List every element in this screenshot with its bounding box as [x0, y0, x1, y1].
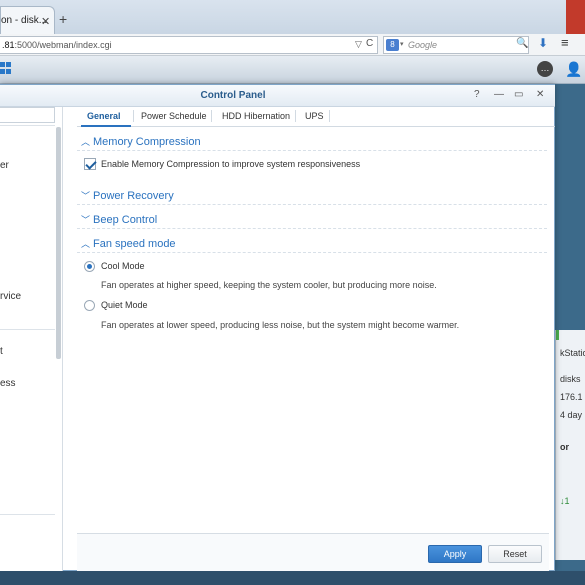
tab-bar: General Power Schedule HDD Hibernation U… [77, 107, 555, 127]
sidebar: er rvice t ess [0, 107, 63, 572]
widget-line: 176.1 [560, 392, 583, 402]
section-title: Beep Control [93, 214, 158, 226]
cool-mode-radio[interactable] [84, 261, 95, 272]
section-title: Memory Compression [93, 136, 201, 148]
section-title: Power Recovery [93, 190, 174, 202]
maximize-icon[interactable]: ▭ [514, 89, 523, 100]
window-title: Control Panel [200, 90, 266, 101]
section-power-recovery[interactable]: ﹀ Power Recovery [81, 189, 174, 202]
sidebar-item[interactable]: t [0, 346, 3, 357]
tab-separator [329, 110, 330, 122]
search-placeholder: Google [408, 40, 438, 50]
tab-general[interactable]: General [87, 111, 121, 121]
close-tab-icon[interactable]: ✕ [41, 15, 50, 28]
desktop-bottom [0, 571, 585, 585]
section-divider [77, 228, 547, 229]
browser-menu-icon[interactable]: ≡ [561, 35, 569, 50]
memory-compression-label: Enable Memory Compression to improve sys… [101, 159, 361, 169]
apply-button[interactable]: Apply [428, 545, 482, 563]
download-icon[interactable]: ⬇ [538, 36, 548, 50]
chevron-down-icon: ﹀ [81, 215, 91, 225]
dsm-taskbar: … 👤 [0, 56, 585, 84]
window-close-area[interactable] [566, 0, 585, 34]
widget-line: or [560, 442, 569, 452]
section-divider [77, 150, 547, 151]
section-beep-control[interactable]: ﹀ Beep Control [81, 213, 157, 226]
widget-line: disks [560, 374, 581, 384]
browser-tab[interactable]: on - disk... ✕ [0, 6, 55, 34]
general-settings-content: ︿ Memory Compression Enable Memory Compre… [77, 130, 547, 530]
sidebar-search-input[interactable] [0, 107, 55, 123]
tab-hdd-hibernation[interactable]: HDD Hibernation [222, 111, 290, 121]
search-engine-icon[interactable]: 8 [386, 39, 399, 51]
main-menu-icon[interactable] [0, 62, 12, 76]
section-divider [77, 204, 547, 205]
chevron-down-icon: ﹀ [81, 191, 91, 201]
sidebar-item[interactable]: ess [0, 378, 16, 389]
divider [0, 125, 55, 126]
active-tab-indicator [81, 125, 131, 127]
user-icon[interactable]: 👤 [565, 61, 582, 78]
tab-power-schedule[interactable]: Power Schedule [141, 111, 207, 121]
close-icon[interactable]: ✕ [536, 89, 544, 100]
search-engine-caret-icon[interactable]: ▾ [400, 40, 404, 48]
url-bar[interactable]: .81:5000/webman/index.cgi ▽ C [0, 36, 378, 54]
quiet-mode-description: Fan operates at lower speed, producing l… [101, 320, 460, 330]
browser-tab-bar: on - disk... ✕ + [0, 0, 585, 34]
tab-ups[interactable]: UPS [305, 111, 324, 121]
section-divider [77, 252, 547, 253]
control-panel-window: Control Panel ? — ▭ ✕ er rvice t ess Gen… [0, 84, 555, 572]
browser-nav-bar: .81:5000/webman/index.cgi ▽ C 8 ▾ Google… [0, 34, 585, 56]
status-indicator [556, 330, 559, 340]
chevron-up-icon: ︿ [81, 137, 91, 147]
chat-icon[interactable]: … [537, 61, 553, 77]
cool-mode-description: Fan operates at higher speed, keeping th… [101, 280, 437, 290]
url-text: .81:5000/webman/index.cgi [2, 40, 112, 50]
search-bar[interactable]: 8 ▾ Google 🔍 [383, 36, 529, 54]
window-footer: Apply Reset [77, 533, 549, 571]
system-health-widget: kStation disks 176.1 4 day or ↓1 [555, 330, 585, 560]
window-header: Control Panel ? — ▭ ✕ [0, 85, 555, 107]
sidebar-scrollbar[interactable] [56, 127, 61, 359]
widget-line: kStation [560, 348, 585, 358]
reload-icon[interactable]: C [366, 38, 373, 49]
section-memory-compression[interactable]: ︿ Memory Compression [81, 135, 201, 148]
divider [0, 329, 55, 330]
minimize-icon[interactable]: — [494, 89, 504, 100]
help-icon[interactable]: ? [474, 89, 480, 100]
memory-compression-checkbox[interactable] [84, 158, 96, 170]
tab-separator [133, 110, 134, 122]
cool-mode-label: Cool Mode [101, 261, 145, 271]
divider [0, 514, 55, 515]
widget-line: ↓1 [560, 496, 570, 506]
chevron-up-icon: ︿ [81, 239, 91, 249]
tab-separator [211, 110, 212, 122]
quiet-mode-label: Quiet Mode [101, 300, 148, 310]
section-title: Fan speed mode [93, 238, 176, 250]
sidebar-item[interactable]: rvice [0, 291, 21, 302]
url-dropdown-icon[interactable]: ▽ [355, 39, 362, 50]
search-icon[interactable]: 🔍 [516, 38, 528, 49]
tab-separator [295, 110, 296, 122]
sidebar-item[interactable]: er [0, 160, 9, 171]
new-tab-icon[interactable]: + [59, 11, 67, 27]
section-fan-speed-mode[interactable]: ︿ Fan speed mode [81, 237, 176, 250]
quiet-mode-radio[interactable] [84, 300, 95, 311]
widget-line: 4 day [560, 410, 583, 420]
reset-button[interactable]: Reset [488, 545, 542, 563]
